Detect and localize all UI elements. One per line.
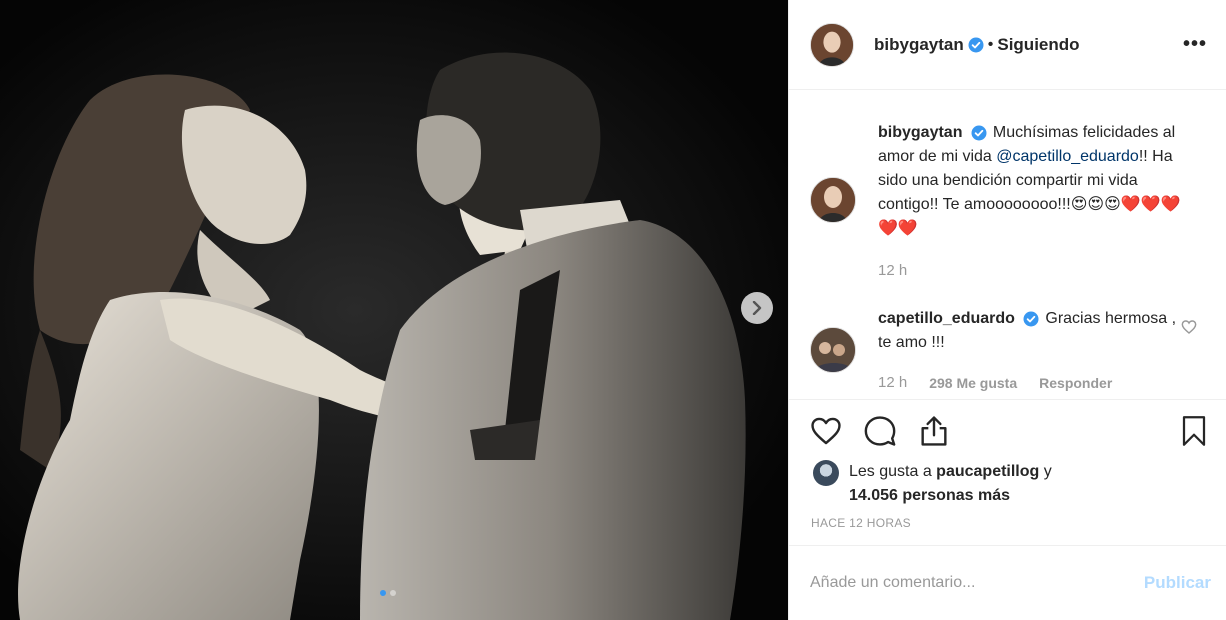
share-icon[interactable] [917,414,951,448]
avatar-image [811,328,855,372]
reply-meta: 12 h 298 Me gusta Responder [878,371,1178,395]
verified-badge-icon [1023,311,1039,327]
likes-summary[interactable]: Les gusta a paucapetillog y 14.056 perso… [813,460,1052,508]
caption-comment: bibygaytan Muchísimas felicidades al amo… [810,121,1198,283]
caption-username[interactable]: bibygaytan [878,124,962,141]
reply-button[interactable]: Responder [1039,371,1112,395]
author-avatar[interactable] [810,22,854,67]
caption-time[interactable]: 12 h [878,259,907,283]
publish-button[interactable]: Publicar [1144,573,1211,593]
author-username[interactable]: bibygaytan [874,35,964,55]
verified-badge-icon [968,37,984,52]
likes-count[interactable]: 14.056 personas más [849,487,1010,504]
liker-username[interactable]: paucapetillog [936,463,1039,480]
reply-likes[interactable]: 298 Me gusta [929,371,1017,395]
verified-badge-icon [971,125,987,141]
bookmark-icon [1182,416,1206,446]
header-separator: • [987,35,994,53]
action-bar: Les gusta a paucapetillog y 14.056 perso… [789,399,1226,549]
likes-middle: y [1039,463,1052,480]
post-sidebar: bibygaytan • Siguiendo ••• bibygaytan Mu… [788,0,1226,620]
caption-avatar[interactable] [810,177,856,223]
reply-body: capetillo_eduardo Gracias hermosa , te a… [878,307,1178,395]
post-photo[interactable] [0,0,788,620]
following-button[interactable]: Siguiendo [997,35,1079,55]
caption-mention[interactable]: @capetillo_eduardo [996,148,1139,165]
carousel-indicator [380,590,396,596]
photo-image [0,0,788,620]
liker-avatar[interactable] [813,460,839,486]
carousel-dot [390,590,396,596]
reply-comment: capetillo_eduardo Gracias hermosa , te a… [810,307,1178,395]
likes-prefix: Les gusta a [849,463,937,480]
save-button[interactable] [1179,414,1209,448]
avatar-image [811,178,855,222]
caption-meta: 12 h [878,259,1198,283]
comments-list[interactable]: bibygaytan Muchísimas felicidades al amo… [789,91,1226,399]
instagram-post: bibygaytan • Siguiendo ••• bibygaytan Mu… [0,0,1226,620]
comment-input[interactable] [810,574,1144,592]
carousel-dot-active [380,590,386,596]
likes-text: Les gusta a paucapetillog y 14.056 perso… [849,460,1052,508]
avatar-image [811,23,853,66]
reply-username[interactable]: capetillo_eduardo [878,310,1015,327]
chevron-right-icon [752,301,762,315]
like-comment-heart-icon[interactable] [1181,319,1197,335]
reply-time[interactable]: 12 h [878,371,907,395]
reply-avatar[interactable] [810,327,856,373]
add-comment-bar: Publicar [789,545,1226,620]
heart-icon[interactable] [809,414,843,448]
more-options-button[interactable]: ••• [1183,34,1207,54]
comment-icon[interactable] [863,414,897,448]
post-header: bibygaytan • Siguiendo ••• [789,0,1226,90]
post-timestamp[interactable]: HACE 12 HORAS [811,516,911,530]
next-photo-button[interactable] [741,292,773,324]
action-icons [809,414,951,448]
caption-body: bibygaytan Muchísimas felicidades al amo… [878,121,1198,283]
